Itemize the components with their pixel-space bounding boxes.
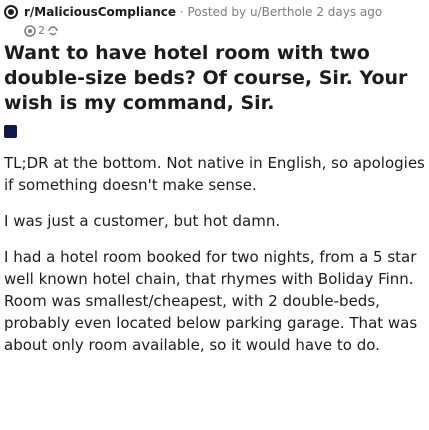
award-icon: [47, 25, 59, 37]
award-count: 2: [38, 24, 45, 37]
body-paragraph: TL;DR at the bottom. Not native in Engli…: [4, 154, 425, 194]
post-body: TL;DR at the bottom. Not native in Engli…: [4, 152, 425, 370]
body-paragraph: I was just a customer, but hot damn.: [4, 212, 281, 230]
post-header: r/MaliciousCompliance · Posted by u/Bert…: [4, 4, 425, 42]
post-title[interactable]: Want to have hotel room with two double-…: [4, 41, 425, 116]
post-time: 2 days ago: [316, 5, 383, 19]
meta-separator: ·: [179, 5, 184, 19]
awards[interactable]: 2: [24, 23, 59, 39]
body-paragraph: I had a hotel room booked for two nights…: [4, 248, 418, 354]
post-meta: r/MaliciousCompliance · Posted by u/Bert…: [24, 4, 382, 20]
flair-badge: [4, 125, 17, 138]
award-icon: [24, 25, 36, 37]
posted-by[interactable]: Posted by u/Berthole: [187, 5, 312, 19]
subreddit-icon[interactable]: [4, 5, 18, 19]
subreddit-link[interactable]: r/MaliciousCompliance: [24, 5, 176, 19]
